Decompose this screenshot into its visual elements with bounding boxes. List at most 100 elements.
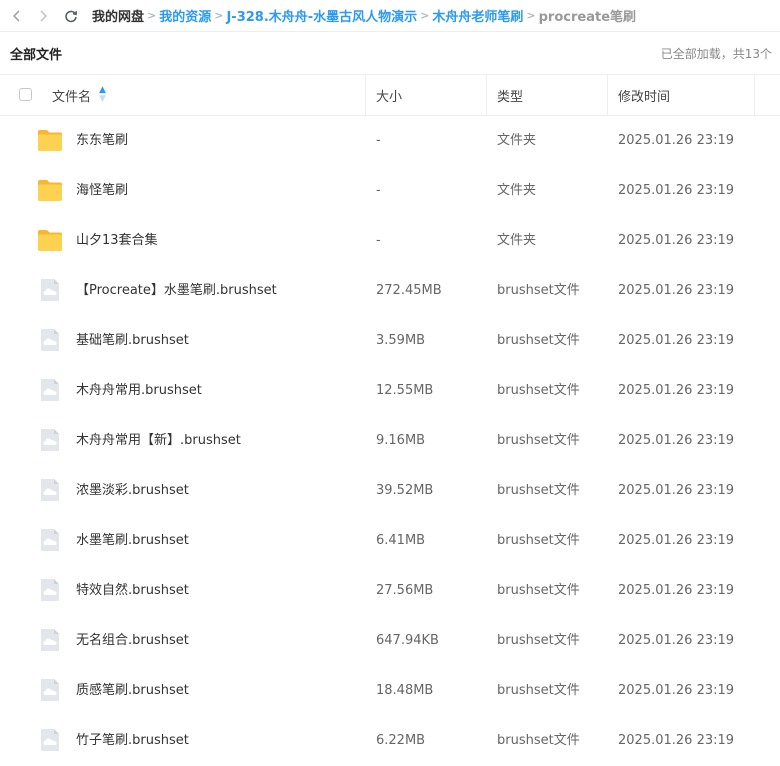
file-size: 12.55MB (376, 383, 434, 398)
file-size: 272.45MB (376, 283, 442, 298)
file-type: brushset文件 (497, 683, 580, 698)
file-modified-time: 2025.01.26 23:19 (618, 383, 735, 398)
file-type: 文件夹 (497, 233, 537, 248)
column-divider[interactable] (486, 75, 487, 115)
file-type: brushset文件 (497, 583, 580, 598)
file-size: - (376, 133, 381, 148)
breadcrumb-item[interactable]: 我的网盘 (92, 6, 144, 25)
file-name[interactable]: 东东笔刷 (76, 116, 128, 166)
file-modified-time: 2025.01.26 23:19 (618, 283, 735, 298)
cloud-file-icon (37, 278, 63, 302)
file-name[interactable]: 基础笔刷.brushset (76, 316, 189, 366)
table-row[interactable]: 东东笔刷 - 文件夹 2025.01.26 23:19 (0, 116, 780, 166)
column-divider[interactable] (365, 75, 366, 115)
file-type: brushset文件 (497, 483, 580, 498)
file-modified-time: 2025.01.26 23:19 (618, 633, 735, 648)
file-size: 18.48MB (376, 683, 434, 698)
cloud-file-icon (37, 578, 63, 602)
file-size: - (376, 183, 381, 198)
file-size: 647.94KB (376, 633, 439, 648)
file-modified-time: 2025.01.26 23:19 (618, 583, 735, 598)
breadcrumb-item[interactable]: J-328.木舟舟-水墨古风人物演示 (226, 6, 417, 25)
file-modified-time: 2025.01.26 23:19 (618, 333, 735, 348)
column-divider[interactable] (754, 75, 755, 115)
table-row[interactable]: 基础笔刷.brushset 3.59MB brushset文件 2025.01.26 … (0, 316, 780, 366)
file-size: 9.16MB (376, 433, 426, 448)
breadcrumb-current: procreate笔刷 (538, 10, 637, 25)
refresh-icon (65, 10, 78, 22)
chevron-left-icon (12, 9, 20, 22)
file-type: brushset文件 (497, 283, 580, 298)
column-header-mtime-label: 修改时间 (618, 89, 671, 105)
select-all-checkbox[interactable] (19, 88, 32, 101)
cloud-file-icon (37, 728, 63, 752)
folder-icon (37, 228, 63, 252)
table-row[interactable]: 木舟舟常用【新】.brushset 9.16MB brushset文件 2025.01… (0, 416, 780, 466)
column-header-name[interactable]: 文件名 ▲ ▼ (52, 75, 106, 115)
file-type: brushset文件 (497, 433, 580, 448)
file-name[interactable]: 竹子笔刷.brushset (76, 716, 189, 766)
file-name[interactable]: 水墨笔刷.brushset (76, 516, 189, 566)
breadcrumb-item[interactable]: 我的资源 (159, 6, 211, 25)
cloud-file-icon (37, 428, 63, 452)
table-row[interactable]: 无名组合.brushset 647.94KB brushset文件 2025.01.2… (0, 616, 780, 666)
breadcrumb: 我的网盘 > 我的资源 > J-328.木舟舟-水墨古风人物演示 > 木舟舟老师… (92, 6, 636, 25)
table-row[interactable]: 竹子笔刷.brushset 6.22MB brushset文件 2025.01.26 … (0, 716, 780, 766)
file-name[interactable]: 木舟舟常用.brushset (76, 366, 202, 416)
table-row[interactable]: 山夕13套合集 - 文件夹 2025.01.26 23:19 (0, 216, 780, 266)
file-modified-time: 2025.01.26 23:19 (618, 533, 735, 548)
toolbar: 我的网盘 > 我的资源 > J-328.木舟舟-水墨古风人物演示 > 木舟舟老师… (0, 0, 780, 32)
chevron-right-icon (40, 9, 48, 22)
file-type: brushset文件 (497, 633, 580, 648)
section-title: 全部文件 (10, 47, 63, 63)
file-name[interactable]: 浓墨淡彩.brushset (76, 466, 189, 516)
breadcrumb-separator-icon: > (147, 9, 157, 22)
column-header-type[interactable]: 类型 (497, 75, 523, 115)
table-header: 文件名 ▲ ▼ 大小 类型 修改时间 (0, 74, 780, 116)
table-row[interactable]: 特效自然.brushset 27.56MB brushset文件 2025.01.26… (0, 566, 780, 616)
file-modified-time: 2025.01.26 23:19 (618, 433, 735, 448)
column-header-name-label: 文件名 (52, 89, 92, 105)
cloud-file-icon (37, 628, 63, 652)
table-row[interactable]: 木舟舟常用.brushset 12.55MB brushset文件 2025.01.2… (0, 366, 780, 416)
file-name[interactable]: 质感笔刷.brushset (76, 666, 189, 716)
column-header-size[interactable]: 大小 (376, 75, 402, 115)
table-row[interactable]: 质感笔刷.brushset 18.48MB brushset文件 2025.01.26… (0, 666, 780, 716)
file-modified-time: 2025.01.26 23:19 (618, 733, 735, 748)
file-modified-time: 2025.01.26 23:19 (618, 483, 735, 498)
table-row[interactable]: 水墨笔刷.brushset 6.41MB brushset文件 2025.01.26 … (0, 516, 780, 566)
cloud-file-icon (37, 678, 63, 702)
sort-icon[interactable]: ▲ ▼ (99, 86, 106, 104)
file-name[interactable]: 海怪笔刷 (76, 166, 128, 216)
folder-icon (37, 178, 63, 202)
cloud-file-icon (37, 328, 63, 352)
file-name[interactable]: 木舟舟常用【新】.brushset (76, 416, 241, 466)
forward-button[interactable] (32, 5, 54, 27)
file-modified-time: 2025.01.26 23:19 (618, 683, 735, 698)
table-row[interactable]: 海怪笔刷 - 文件夹 2025.01.26 23:19 (0, 166, 780, 216)
table-row[interactable]: 浓墨淡彩.brushset 39.52MB brushset文件 2025.01.26… (0, 466, 780, 516)
back-button[interactable] (6, 5, 28, 27)
file-size: 27.56MB (376, 583, 434, 598)
column-divider[interactable] (607, 75, 608, 115)
breadcrumb-separator-icon: > (214, 9, 224, 22)
file-modified-time: 2025.01.26 23:19 (618, 233, 735, 248)
file-list: 东东笔刷 - 文件夹 2025.01.26 23:19 海怪笔刷 - 文件夹 2025.01.… (0, 116, 780, 766)
file-size: 3.59MB (376, 333, 426, 348)
breadcrumb-item[interactable]: 木舟舟老师笔刷 (432, 6, 523, 25)
column-header-mtime[interactable]: 修改时间 (618, 75, 670, 115)
cloud-file-icon (37, 378, 63, 402)
file-name[interactable]: 【Procreate】水墨笔刷.brushset (76, 266, 277, 316)
file-size: - (376, 233, 381, 248)
table-row[interactable]: 【Procreate】水墨笔刷.brushset 272.45MB brushset… (0, 266, 780, 316)
file-modified-time: 2025.01.26 23:19 (618, 133, 735, 148)
column-header-size-label: 大小 (376, 89, 403, 105)
file-name[interactable]: 山夕13套合集 (76, 216, 158, 266)
file-name[interactable]: 无名组合.brushset (76, 616, 189, 666)
file-modified-time: 2025.01.26 23:19 (618, 183, 735, 198)
cloud-file-icon (37, 528, 63, 552)
file-name[interactable]: 特效自然.brushset (76, 566, 189, 616)
refresh-button[interactable] (60, 5, 82, 27)
file-list-header: 全部文件 已全部加载，共13个 (0, 33, 780, 73)
breadcrumb-separator-icon: > (420, 9, 430, 22)
